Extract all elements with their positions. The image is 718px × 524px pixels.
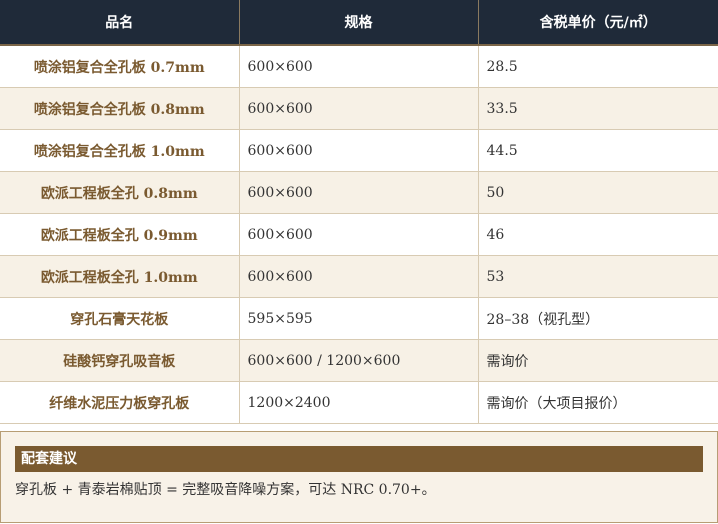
- product-price: 44.5: [478, 129, 718, 172]
- product-spec: 1200×2400: [239, 381, 479, 424]
- product-price: 需询价（大项目报价）: [478, 381, 718, 424]
- product-name: 喷涂铝复合全孔板 0.7mm: [0, 45, 240, 88]
- table-row: 穿孔石膏天花板 595×595 28–38（视孔型）: [0, 297, 718, 340]
- product-spec: 600×600: [239, 213, 479, 256]
- product-spec: 600×600: [239, 87, 479, 130]
- product-price: 需询价: [478, 339, 718, 382]
- product-name: 硅酸钙穿孔吸音板: [0, 339, 240, 382]
- price-page: 品名 规格 含税单价（元/㎡） 喷涂铝复合全孔板 0.7mm 600×600 2…: [0, 0, 718, 524]
- table-header-row: 品名 规格 含税单价（元/㎡）: [0, 0, 718, 46]
- product-spec: 600×600 / 1200×600: [239, 339, 479, 382]
- price-table: 品名 规格 含税单价（元/㎡） 喷涂铝复合全孔板 0.7mm 600×600 2…: [0, 0, 718, 424]
- table-row: 欧派工程板全孔 0.9mm 600×600 46: [0, 213, 718, 256]
- product-price: 33.5: [478, 87, 718, 130]
- product-name: 欧派工程板全孔 1.0mm: [0, 255, 240, 298]
- product-spec: 600×600: [239, 129, 479, 172]
- product-price: 28–38（视孔型）: [478, 297, 718, 340]
- product-name: 喷涂铝复合全孔板 0.8mm: [0, 87, 240, 130]
- table-row: 欧派工程板全孔 0.8mm 600×600 50: [0, 171, 718, 214]
- recommendation-text: 穿孔板 + 青泰岩棉贴顶 = 完整吸音降噪方案，可达 NRC 0.70+。: [15, 482, 436, 498]
- table-row: 喷涂铝复合全孔板 0.7mm 600×600 28.5: [0, 45, 718, 88]
- product-name: 欧派工程板全孔 0.8mm: [0, 171, 240, 214]
- product-spec: 600×600: [239, 255, 479, 298]
- header-spec: 规格: [239, 0, 479, 46]
- product-price: 28.5: [478, 45, 718, 88]
- header-name: 品名: [0, 0, 240, 46]
- table-row: 纤维水泥压力板穿孔板 1200×2400 需询价（大项目报价）: [0, 381, 718, 424]
- product-price: 46: [478, 213, 718, 256]
- product-spec: 595×595: [239, 297, 479, 340]
- product-name: 纤维水泥压力板穿孔板: [0, 381, 240, 424]
- recommendation-box: 配套建议 穿孔板 + 青泰岩棉贴顶 = 完整吸音降噪方案，可达 NRC 0.70…: [0, 431, 718, 523]
- product-spec: 600×600: [239, 171, 479, 214]
- product-price: 50: [478, 171, 718, 214]
- product-name: 穿孔石膏天花板: [0, 297, 240, 340]
- table-row: 喷涂铝复合全孔板 1.0mm 600×600 44.5: [0, 129, 718, 172]
- product-name: 欧派工程板全孔 0.9mm: [0, 213, 240, 256]
- table-row: 硅酸钙穿孔吸音板 600×600 / 1200×600 需询价: [0, 339, 718, 382]
- header-price: 含税单价（元/㎡）: [478, 0, 718, 46]
- product-spec: 600×600: [239, 45, 479, 88]
- product-price: 53: [478, 255, 718, 298]
- product-name: 喷涂铝复合全孔板 1.0mm: [0, 129, 240, 172]
- table-row: 喷涂铝复合全孔板 0.8mm 600×600 33.5: [0, 87, 718, 130]
- recommendation-title: 配套建议: [15, 446, 703, 472]
- table-row: 欧派工程板全孔 1.0mm 600×600 53: [0, 255, 718, 298]
